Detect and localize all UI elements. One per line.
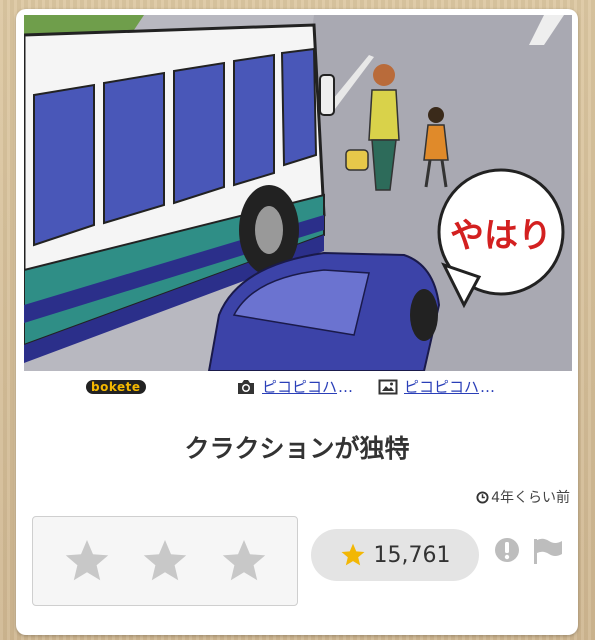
camera-icon — [238, 379, 254, 394]
rating-count: 15,761 — [373, 542, 451, 568]
photo-credit: ピコピコハ … — [236, 376, 353, 397]
flag-icon[interactable] — [532, 537, 564, 565]
image-icon — [378, 379, 398, 394]
image-credit: ピコピコハ … — [378, 376, 495, 397]
post-card: やはり bokete ピコピコハ … ピコピコハ … クラクションが独特 4年く… — [16, 9, 578, 635]
image-author-ellipsis: … — [480, 377, 496, 396]
exclamation-icon[interactable] — [494, 537, 520, 563]
star-3-button[interactable] — [219, 537, 269, 585]
rating-score-badge: 15,761 — [311, 529, 479, 581]
star-2-button[interactable] — [140, 537, 190, 585]
speech-bubble-text: やはり — [450, 216, 552, 256]
post-time: 4年くらい前 — [476, 487, 570, 507]
image-author-link[interactable]: ピコピコハ — [404, 376, 479, 397]
star-rating — [32, 516, 298, 606]
star-filled-icon — [341, 543, 364, 566]
photo-illustration: やはり — [24, 15, 572, 371]
photo-author-link[interactable]: ピコピコハ — [262, 376, 337, 397]
posted-ago: 4年くらい前 — [491, 490, 570, 506]
clock-icon — [476, 490, 489, 504]
star-1-button[interactable] — [62, 537, 112, 585]
credit-row: bokete ピコピコハ … ピコピコハ … — [24, 371, 572, 403]
bokete-logo[interactable]: bokete — [86, 380, 146, 394]
post-caption: クラクションが独特 — [184, 434, 410, 463]
photo-author-ellipsis: … — [338, 377, 354, 396]
post-photo[interactable]: やはり — [24, 15, 572, 371]
